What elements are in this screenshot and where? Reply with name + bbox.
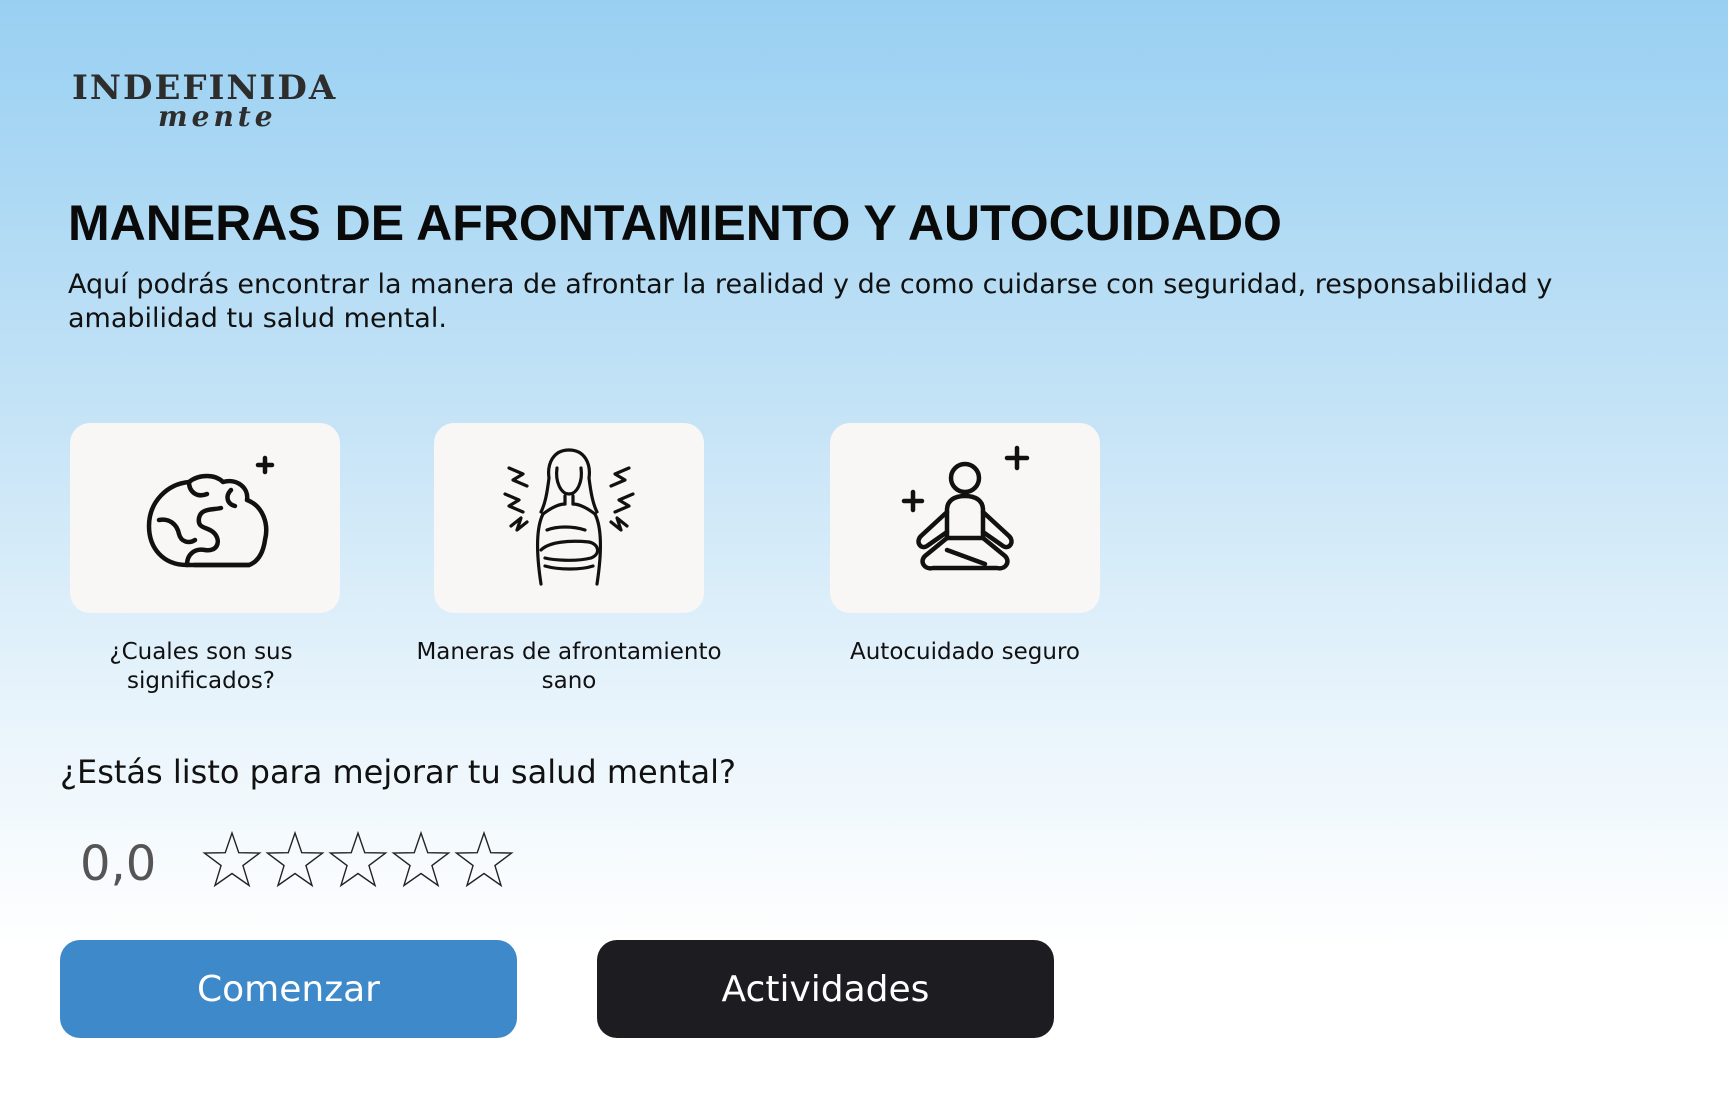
start-button[interactable]: Comenzar <box>60 940 517 1038</box>
rating-question: ¿Estás listo para mejorar tu salud menta… <box>60 753 737 791</box>
brain-sparkle-icon <box>146 455 275 568</box>
meditation-icon <box>901 445 1030 571</box>
star-3-icon[interactable] <box>328 828 388 892</box>
stressed-person-icon <box>503 448 635 586</box>
star-4-icon[interactable] <box>391 828 451 892</box>
activities-button[interactable]: Actividades <box>597 940 1054 1038</box>
card-label-significados: ¿Cuales son sus significados? <box>109 639 293 694</box>
star-rating[interactable] <box>202 828 514 892</box>
card-autocuidado[interactable] <box>830 423 1100 613</box>
card-label-afrontamiento: Maneras de afrontamiento sano <box>416 639 722 694</box>
star-5-icon[interactable] <box>454 828 514 892</box>
page-description: Aquí podrás encontrar la manera de afron… <box>68 269 1553 334</box>
star-2-icon[interactable] <box>265 828 325 892</box>
card-afrontamiento[interactable] <box>434 423 704 613</box>
star-1-icon[interactable] <box>202 828 262 892</box>
card-significados[interactable] <box>70 423 340 613</box>
rating-value: 0,0 <box>80 836 157 892</box>
brand-logo[interactable]: INDEFINIDA mente <box>72 68 362 138</box>
page-title: MANERAS DE AFRONTAMIENTO Y AUTOCUIDADO <box>68 195 1282 251</box>
card-label-autocuidado: Autocuidado seguro <box>849 639 1081 665</box>
logo-sub-text: mente <box>158 100 277 133</box>
